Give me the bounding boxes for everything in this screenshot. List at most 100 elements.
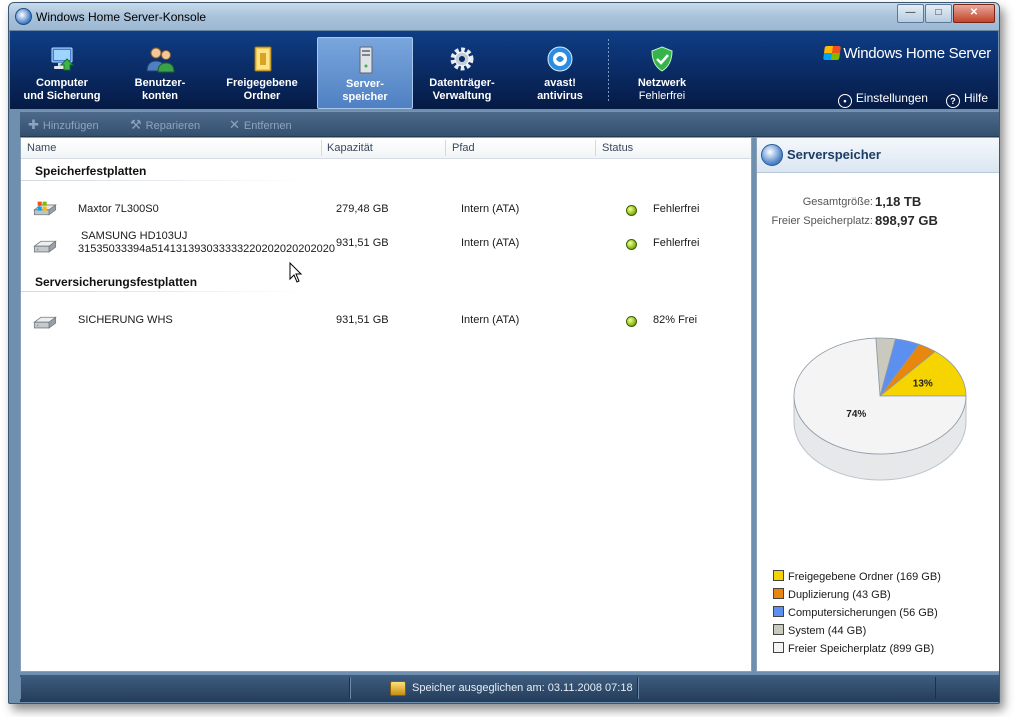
legend-swatch [773, 588, 784, 599]
x-icon: ✕ [229, 117, 240, 132]
legend-item: System (44 GB) [773, 624, 866, 638]
legend-item: Duplizierung (43 GB) [773, 588, 891, 602]
storage-pie-chart: 13% 74% [793, 337, 967, 481]
tab-shared-folders-label: Freigegebene Ordner [226, 77, 298, 102]
users-icon [146, 47, 175, 73]
nav-separator [608, 39, 609, 103]
tab-avast-label: avast! antivirus [537, 77, 583, 102]
legend-label: Computersicherungen (56 GB) [788, 607, 938, 619]
add-button[interactable]: ✚ Hinzufügen [28, 117, 99, 133]
storage-summary-title: Serverspeicher [787, 147, 881, 162]
total-size-label: Gesamtgröße: [802, 196, 873, 208]
disk-status: Fehlerfrei [653, 237, 700, 249]
help-icon: ? [945, 94, 960, 108]
disk-status: Fehlerfrei [653, 203, 700, 215]
legend-swatch [773, 642, 784, 653]
group-storage-disks: Speicherfestplatten [35, 164, 147, 178]
column-name[interactable]: Name [27, 142, 56, 154]
legend-label: Duplizierung (43 GB) [788, 589, 891, 601]
column-divider[interactable] [321, 140, 322, 156]
tab-avast-antivirus[interactable]: avast! antivirus [513, 37, 607, 107]
windows-home-server-logo: Windows Home Server [823, 45, 991, 62]
total-size-value: 1,18 TB [875, 194, 922, 209]
status-ok-icon [626, 205, 637, 216]
repair-button[interactable]: ⚒ Reparieren [130, 117, 200, 133]
repair-label: Reparieren [145, 120, 201, 132]
legend-swatch [773, 624, 784, 635]
disk-status: 82% Frei [653, 314, 698, 326]
disk-capacity: 931,51 GB [336, 314, 389, 326]
gear-icon [450, 47, 474, 71]
settings-link[interactable]: • Einstellungen [837, 91, 928, 108]
disk-path: Intern (ATA) [461, 314, 520, 326]
column-divider[interactable] [445, 140, 446, 156]
brand-text: Windows Home Server [843, 45, 991, 62]
tab-disk-management[interactable]: Datenträger- Verwaltung [415, 37, 509, 107]
column-status[interactable]: Status [602, 142, 633, 154]
pie-data-label: 13% [913, 379, 933, 390]
plus-icon: ✚ [28, 117, 39, 132]
storage-summary-header: Serverspeicher [757, 138, 999, 173]
free-space-label: Freier Speicherplatz: [771, 215, 874, 227]
status-ok-icon [626, 239, 637, 250]
hard-disk-icon [33, 240, 57, 253]
disk-name: SAMSUNG HD103UJ [81, 230, 188, 242]
legend-item: Computersicherungen (56 GB) [773, 606, 938, 620]
help-label: Hilfe [963, 91, 988, 105]
status-segment [20, 677, 350, 699]
disk-name: SICHERUNG WHS [78, 314, 173, 326]
folder-icon [254, 46, 272, 72]
tab-users[interactable]: Benutzer- konten [113, 37, 207, 107]
window-controls: — □ ✕ [896, 4, 995, 23]
legend-item: Freier Speicherplatz (899 GB) [773, 642, 934, 656]
window-title: Windows Home Server-Konsole [36, 10, 207, 24]
remove-label: Entfernen [243, 120, 292, 132]
minimize-button[interactable]: — [897, 4, 924, 23]
disk-serial: 31535033394a5141313930333332202020202020… [78, 243, 335, 255]
table-row[interactable]: SAMSUNG HD103UJ 31535033394a514131393033… [21, 228, 751, 260]
legend-swatch [773, 570, 784, 581]
storage-summary-pane: Serverspeicher Gesamtgröße: 1,18 TB Frei… [756, 137, 999, 672]
nav-links: • Einstellungen ? Hilfe [837, 91, 988, 108]
close-button[interactable]: ✕ [953, 4, 995, 23]
tab-server-storage[interactable]: Server- speicher [317, 37, 413, 109]
disk-path: Intern (ATA) [461, 203, 520, 215]
column-divider[interactable] [595, 140, 596, 156]
table-row[interactable]: Maxtor 7L300S0 279,48 GB Intern (ATA) Fe… [21, 196, 751, 224]
network-status[interactable]: Netzwerk Fehlerfrei [615, 37, 709, 107]
tab-disk-management-label: Datenträger- Verwaltung [429, 77, 495, 102]
title-bar[interactable]: Windows Home Server-Konsole — □ ✕ [9, 3, 999, 31]
disk-list: Name Kapazität Pfad Status Speicherfestp… [20, 137, 752, 672]
maximize-button[interactable]: □ [925, 4, 952, 23]
tab-shared-folders[interactable]: Freigegebene Ordner [215, 37, 309, 107]
column-path[interactable]: Pfad [452, 142, 475, 154]
remove-button[interactable]: ✕ Entfernen [229, 117, 292, 133]
status-segment [638, 677, 936, 699]
legend-item: Freigegebene Ordner (169 GB) [773, 570, 941, 584]
status-bar: Speicher ausgeglichen am: 03.11.2008 07:… [20, 674, 999, 702]
mouse-cursor-icon [289, 262, 303, 283]
tab-computer-label: Computer und Sicherung [23, 77, 101, 102]
legend-label: System (44 GB) [788, 625, 867, 637]
legend-swatch [773, 606, 784, 617]
help-link[interactable]: ? Hilfe [945, 91, 988, 108]
status-ok-icon [626, 316, 637, 327]
legend-label: Freigegebene Ordner (169 GB) [788, 571, 941, 583]
disk-path: Intern (ATA) [461, 237, 520, 249]
column-capacity[interactable]: Kapazität [327, 142, 373, 154]
wrench-icon: ⚒ [130, 117, 142, 132]
tab-computer[interactable]: Computer und Sicherung [15, 37, 109, 107]
disk-capacity: 931,51 GB [336, 237, 389, 249]
table-row[interactable]: SICHERUNG WHS 931,51 GB Intern (ATA) 82%… [21, 308, 751, 336]
windows-flag-icon [823, 46, 842, 60]
shield-check-icon [651, 46, 673, 72]
gear-small-icon: • [837, 94, 852, 108]
network-status-text: Fehlerfrei [638, 90, 686, 102]
server-storage-icon [359, 46, 373, 74]
hard-disk-icon [33, 316, 57, 329]
tab-server-storage-label: Server- speicher [342, 78, 388, 103]
network-label: Netzwerk [637, 77, 687, 89]
tab-users-label: Benutzer- konten [134, 77, 186, 102]
group-backup-disks: Serversicherungsfestplatten [35, 275, 198, 289]
system-disk-icon [33, 201, 57, 216]
